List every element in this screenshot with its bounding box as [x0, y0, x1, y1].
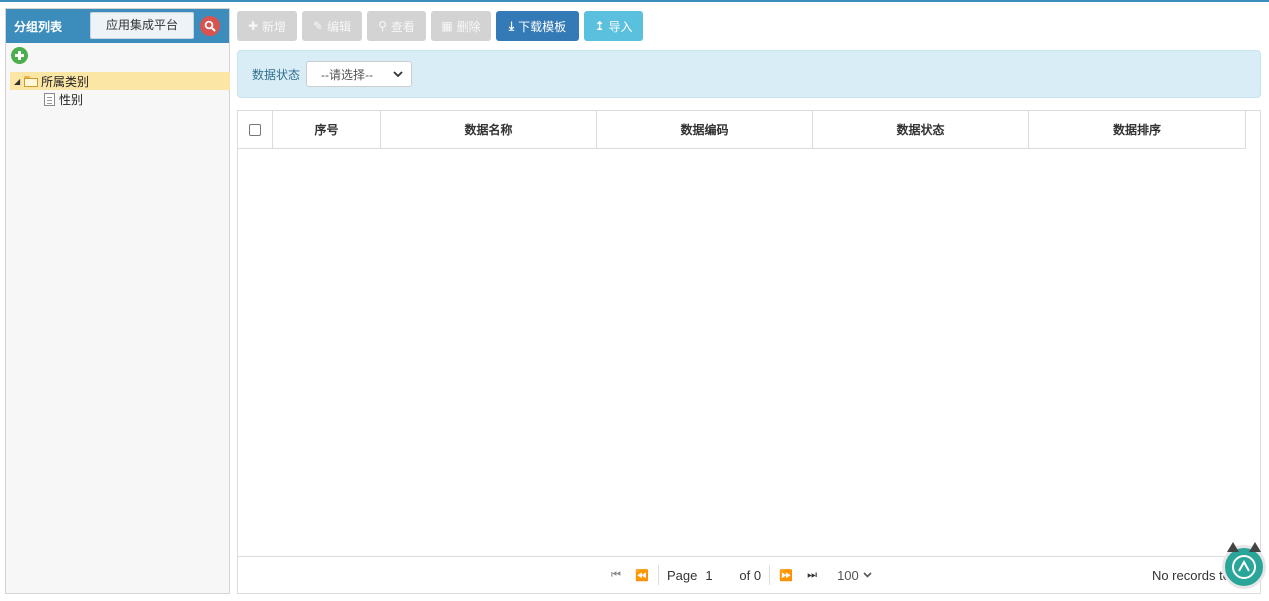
folder-icon [24, 75, 38, 87]
column-header[interactable]: 数据编码 [597, 111, 813, 148]
page-label: Page [667, 567, 698, 583]
top-border [0, 0, 1269, 2]
download-template-label: 下载模板 [518, 19, 567, 34]
view-button[interactable]: ⚲ 查看 [367, 11, 426, 41]
last-page-icon[interactable]: ⏭ [804, 569, 820, 582]
plus-icon: ✚ [247, 19, 259, 33]
page-number-input[interactable] [701, 564, 736, 586]
column-header[interactable]: 数据状态 [813, 111, 1029, 148]
column-header[interactable]: 数据名称 [381, 111, 597, 148]
select-all-checkbox[interactable] [249, 123, 261, 136]
pager-controls: ⏮ ⏪ Page of 0 ⏩ ⏭ 100 [608, 564, 872, 586]
assistant-float-button[interactable] [1222, 542, 1266, 589]
edit-button-label: 编辑 [327, 19, 352, 34]
document-icon [44, 92, 55, 106]
assistant-logo-icon [1232, 555, 1256, 579]
column-header[interactable]: 数据排序 [1029, 111, 1246, 148]
tree-panel: ◢ 所属类别 性别 [6, 43, 230, 593]
group-sidebar: 分组列表 应用集成平台 ◢ 所属类别 性别 [5, 8, 230, 594]
status-filter-label: 数据状态 [252, 67, 301, 82]
page-total: of 0 [739, 567, 762, 583]
action-toolbar: ✚ 新增 ✎ 编辑 ⚲ 查看 ▦ 删除 ⤓ 下载模板 ↥ 导入 [237, 11, 643, 41]
download-template-button[interactable]: ⤓ 下载模板 [496, 11, 579, 41]
view-button-label: 查看 [390, 19, 415, 34]
divider [658, 565, 659, 585]
status-filter-select[interactable]: --请选择-- [306, 61, 413, 87]
divider [769, 565, 771, 585]
page-size-value: 100 [837, 567, 859, 583]
filter-bar: 数据状态 --请选择-- [237, 50, 1261, 98]
prev-page-icon[interactable]: ⏪ [634, 569, 650, 582]
search-button[interactable] [200, 16, 220, 36]
add-button[interactable]: ✚ 新增 [237, 11, 297, 41]
search-icon: ⚲ [378, 19, 387, 33]
delete-button-label: 删除 [456, 19, 481, 34]
download-icon: ⤓ [508, 18, 515, 33]
chevron-down-icon [863, 572, 872, 578]
tree-node-label: 性别 [59, 92, 84, 107]
cat-ear-icon [1249, 542, 1261, 552]
plus-icon [15, 51, 24, 60]
pagination-bar: ⏮ ⏪ Page of 0 ⏩ ⏭ 100 No records to [238, 556, 1260, 593]
records-info: No records to [1151, 567, 1230, 583]
select-all-cell [238, 111, 273, 148]
import-icon: ↥ [594, 19, 605, 33]
column-header[interactable]: 序号 [273, 111, 381, 148]
page-size-select[interactable]: 100 [837, 568, 872, 583]
import-button-label: 导入 [608, 19, 633, 34]
edit-icon: ✎ [312, 19, 324, 33]
first-page-icon[interactable]: ⏮ [608, 569, 624, 582]
sidebar-search-input[interactable]: 应用集成平台 [90, 12, 194, 39]
sidebar-title: 分组列表 [14, 19, 63, 34]
tree-node-root[interactable]: ◢ 所属类别 [10, 72, 230, 90]
status-filter-value: --请选择-- [321, 67, 374, 82]
data-grid: 序号 数据名称 数据编码 数据状态 数据排序 ⏮ ⏪ Page of 0 ⏩ ⏭… [237, 110, 1261, 594]
next-page-icon[interactable]: ⏩ [778, 569, 794, 582]
add-button-label: 新增 [262, 19, 287, 34]
delete-button[interactable]: ▦ 删除 [431, 11, 491, 41]
edit-button[interactable]: ✎ 编辑 [302, 11, 362, 41]
expand-triangle-icon[interactable]: ◢ [14, 77, 24, 86]
tree-node-label: 所属类别 [41, 74, 90, 89]
grid-header: 序号 数据名称 数据编码 数据状态 数据排序 [238, 111, 1246, 149]
add-group-button[interactable] [11, 47, 28, 64]
import-button[interactable]: ↥ 导入 [584, 11, 643, 41]
chevron-down-icon [393, 70, 403, 77]
tree-node-child[interactable]: 性别 [44, 90, 83, 108]
cat-ear-icon [1227, 542, 1239, 552]
sidebar-header: 分组列表 应用集成平台 [6, 9, 229, 43]
trash-icon: ▦ [441, 19, 453, 33]
search-icon [204, 20, 216, 32]
